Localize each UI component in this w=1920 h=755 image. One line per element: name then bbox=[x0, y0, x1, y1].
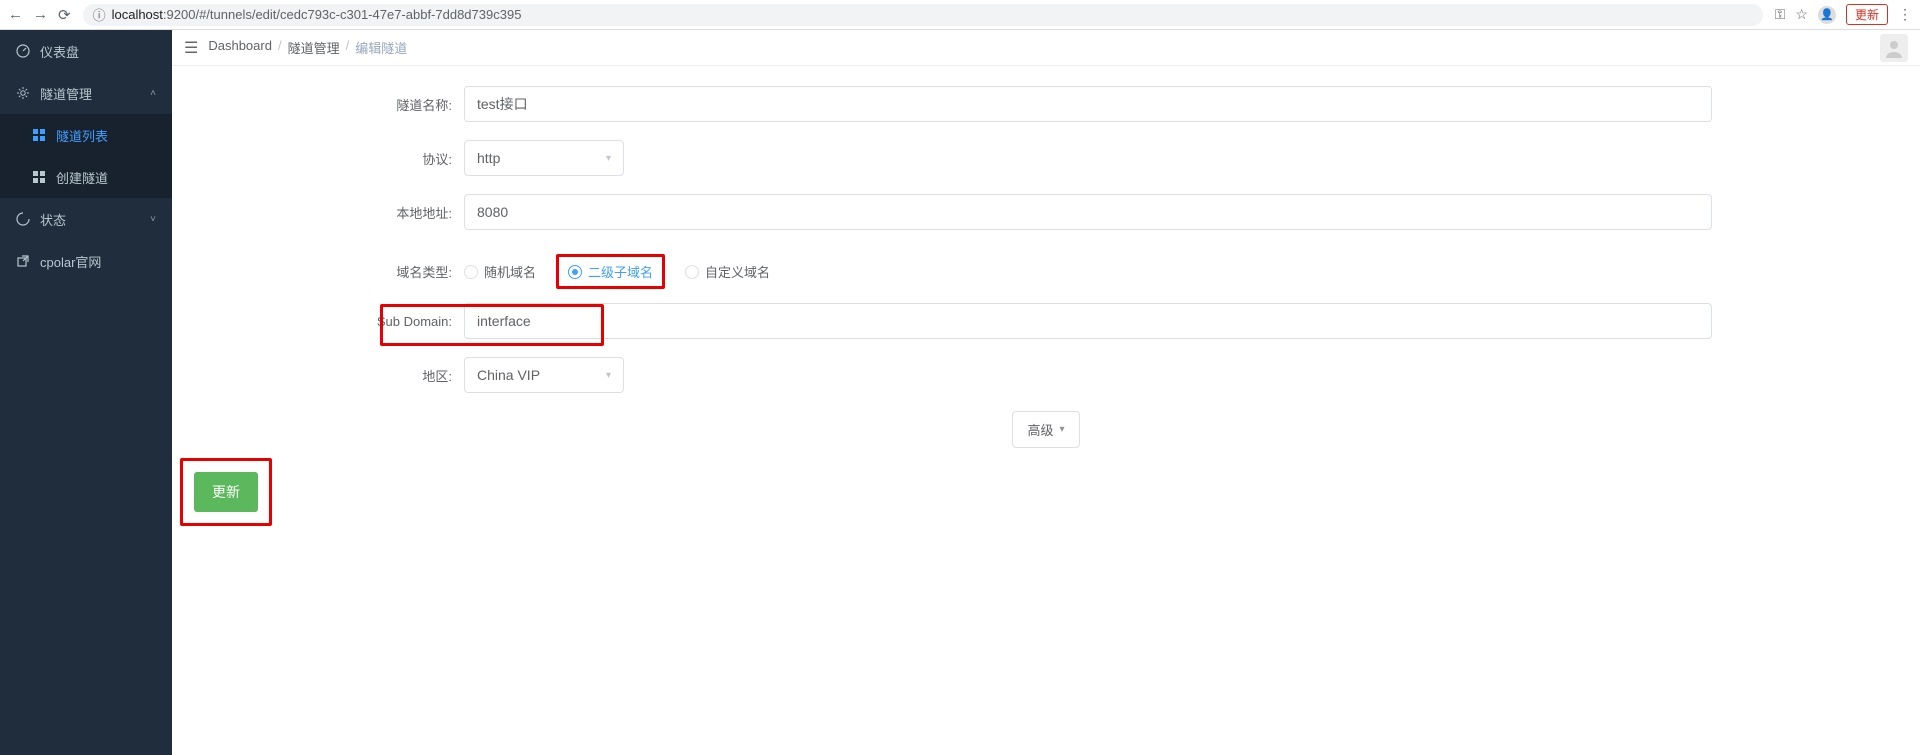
update-button[interactable]: 更新 bbox=[194, 472, 258, 512]
sidebar-item-tunnel-mgmt[interactable]: 隧道管理 ˄ bbox=[0, 72, 172, 114]
sidebar-item-tunnel-create[interactable]: 创建隧道 bbox=[0, 156, 172, 198]
chevron-down-icon: ▾ bbox=[1059, 424, 1064, 435]
breadcrumb-separator: / bbox=[278, 38, 282, 57]
chevron-up-icon: ˄ bbox=[150, 88, 156, 99]
subdomain-label: Sub Domain: bbox=[377, 314, 452, 329]
menu-icon[interactable]: ⋮ bbox=[1898, 6, 1912, 23]
reload-icon[interactable]: ⟳ bbox=[58, 6, 71, 24]
region-select[interactable]: China VIP ▾ bbox=[464, 357, 624, 393]
profile-icon[interactable]: 👤 bbox=[1818, 6, 1836, 24]
radio-dot-icon bbox=[685, 265, 699, 279]
breadcrumb: Dashboard / 隧道管理 / 编辑隧道 bbox=[208, 38, 407, 57]
info-icon[interactable]: ⓘ bbox=[93, 5, 106, 24]
external-link-icon bbox=[16, 255, 30, 267]
sidebar-item-status[interactable]: 状态 ˅ bbox=[0, 198, 172, 240]
radio-label: 二级子域名 bbox=[588, 262, 653, 281]
dashboard-icon bbox=[16, 44, 30, 58]
chevron-down-icon: ▾ bbox=[606, 153, 611, 164]
protocol-label: 协议: bbox=[184, 149, 464, 168]
loader-icon bbox=[16, 212, 30, 226]
chevron-down-icon: ▾ bbox=[606, 370, 611, 381]
sidebar-item-cpolar-site[interactable]: cpolar官网 bbox=[0, 240, 172, 282]
sidebar-item-label: 隧道列表 bbox=[56, 126, 108, 145]
domain-type-label: 域名类型: bbox=[184, 262, 464, 281]
protocol-select[interactable]: http ▾ bbox=[464, 140, 624, 176]
subdomain-input[interactable] bbox=[464, 303, 1712, 339]
breadcrumb-separator: / bbox=[346, 38, 350, 57]
gear-icon bbox=[16, 86, 30, 100]
sidebar-item-label: 创建隧道 bbox=[56, 168, 108, 187]
sidebar-item-dashboard[interactable]: 仪表盘 bbox=[0, 30, 172, 72]
protocol-value: http bbox=[477, 150, 500, 166]
chevron-down-icon: ˅ bbox=[150, 214, 156, 225]
radio-label: 自定义域名 bbox=[705, 262, 770, 281]
back-icon[interactable]: ← bbox=[8, 6, 23, 23]
tunnel-name-input[interactable] bbox=[464, 86, 1712, 122]
radio-dot-icon bbox=[568, 265, 582, 279]
avatar[interactable] bbox=[1880, 34, 1908, 62]
radio-random-domain[interactable]: 随机域名 bbox=[464, 262, 536, 281]
browser-toolbar: ← → ⟳ ⓘ localhost:9200/#/tunnels/edit/ce… bbox=[0, 0, 1920, 30]
radio-subdomain[interactable]: 二级子域名 bbox=[560, 258, 661, 285]
sidebar: 仪表盘 隧道管理 ˄ 隧道列表 创建隧道 状态 ˅ bbox=[0, 30, 172, 755]
forward-icon[interactable]: → bbox=[33, 6, 48, 23]
star-icon[interactable]: ☆ bbox=[1795, 6, 1808, 23]
sidebar-item-label: 仪表盘 bbox=[40, 42, 79, 61]
sidebar-item-label: 隧道管理 bbox=[40, 84, 92, 103]
sidebar-item-tunnel-list[interactable]: 隧道列表 bbox=[0, 114, 172, 156]
breadcrumb-item[interactable]: 隧道管理 bbox=[288, 38, 340, 57]
browser-update-button[interactable]: 更新 bbox=[1846, 4, 1888, 25]
sidebar-item-label: 状态 bbox=[40, 210, 66, 229]
sidebar-item-label: cpolar官网 bbox=[40, 252, 101, 271]
advanced-toggle-button[interactable]: 高级 ▾ bbox=[1012, 411, 1079, 448]
hamburger-icon[interactable]: ☰ bbox=[184, 38, 198, 58]
tunnel-name-label: 隧道名称: bbox=[184, 95, 464, 114]
breadcrumb-item-current: 编辑隧道 bbox=[355, 38, 407, 57]
advanced-label: 高级 bbox=[1027, 420, 1053, 439]
radio-dot-icon bbox=[464, 265, 478, 279]
grid-icon bbox=[32, 129, 46, 141]
breadcrumb-item[interactable]: Dashboard bbox=[208, 38, 272, 57]
url-bar[interactable]: ⓘ localhost:9200/#/tunnels/edit/cedc793c… bbox=[83, 4, 1763, 26]
topbar: ☰ Dashboard / 隧道管理 / 编辑隧道 bbox=[172, 30, 1920, 66]
local-addr-input[interactable] bbox=[464, 194, 1712, 230]
url-path: /#/tunnels/edit/cedc793c-c301-47e7-abbf-… bbox=[195, 7, 521, 22]
radio-label: 随机域名 bbox=[484, 262, 536, 281]
region-label: 地区: bbox=[184, 366, 464, 385]
grid-icon bbox=[32, 171, 46, 183]
key-icon[interactable]: ⚿ bbox=[1775, 6, 1786, 23]
region-value: China VIP bbox=[477, 367, 540, 383]
radio-custom-domain[interactable]: 自定义域名 bbox=[685, 262, 770, 281]
url-port: :9200 bbox=[163, 7, 196, 22]
local-addr-label: 本地地址: bbox=[184, 203, 464, 222]
url-host: localhost bbox=[112, 7, 163, 22]
